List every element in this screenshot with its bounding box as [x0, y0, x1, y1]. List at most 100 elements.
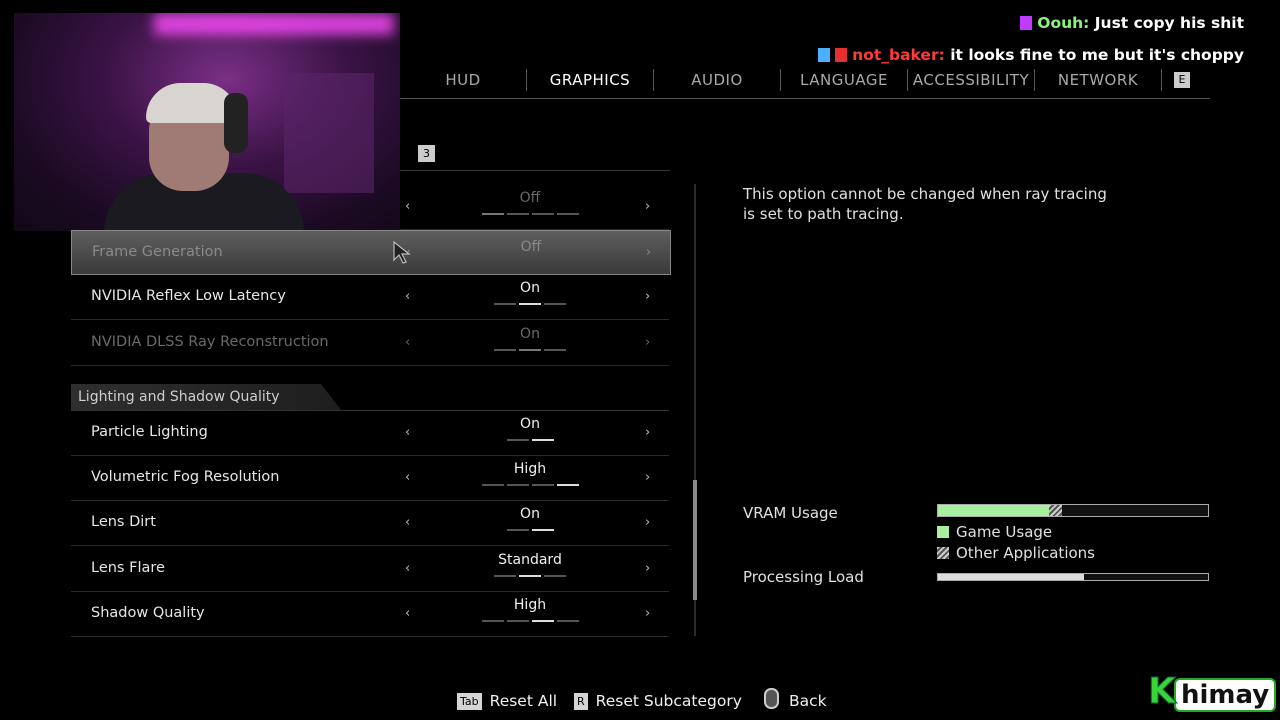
setting-value: Standard [498, 552, 562, 568]
setting-level-indicator [460, 303, 600, 305]
setting-label: Lens Dirt [91, 514, 156, 530]
chevron-left-icon[interactable]: ‹ [405, 455, 410, 500]
chat-text: Just copy his shit [1094, 14, 1244, 32]
tab-graphics[interactable]: GRAPHICS [527, 62, 653, 98]
setting-row-nvidia-reflex[interactable]: NVIDIA Reflex Low Latency ‹ On › [71, 274, 669, 320]
tab-divider [1161, 69, 1162, 91]
chat-badge-icon [1020, 16, 1033, 30]
chevron-left-icon[interactable]: ‹ [405, 274, 410, 319]
reset-subcategory-hint[interactable]: R Reset Subcategory [574, 688, 742, 714]
logo-letter: K [1148, 671, 1177, 712]
setting-row-dlss-ray-reconstruction[interactable]: NVIDIA DLSS Ray Reconstruction ‹ On › [71, 320, 669, 366]
setting-value: Off [520, 239, 542, 255]
setting-level-indicator [460, 620, 600, 622]
chevron-right-icon[interactable]: › [645, 184, 650, 229]
setting-value: On [520, 416, 540, 432]
chevron-left-icon[interactable]: ‹ [405, 591, 410, 636]
legend-other-applications: Other Applications [937, 544, 1095, 562]
setting-label: Shadow Quality [91, 605, 205, 621]
processing-load-fill [938, 574, 1084, 580]
setting-row-volumetric-fog[interactable]: Volumetric Fog Resolution ‹ High › [71, 455, 669, 501]
setting-value: On [520, 506, 540, 522]
chevron-left-icon[interactable]: ‹ [405, 410, 410, 455]
section-header-lighting-shadow: Lighting and Shadow Quality [71, 384, 669, 411]
setting-level-indicator [460, 575, 600, 577]
vram-other-usage-fill [1048, 505, 1063, 516]
setting-row-lens-flare[interactable]: Lens Flare ‹ Standard › [71, 546, 669, 592]
chat-message: Oouh: Just copy his shit [1020, 14, 1244, 32]
legend-label: Other Applications [956, 544, 1095, 562]
legend-label: Game Usage [956, 523, 1053, 541]
setting-row-frame-generation[interactable]: Frame Generation ‹ Off › [71, 230, 671, 275]
settings-scrollbar-thumb[interactable] [693, 480, 697, 600]
chevron-right-icon[interactable]: › [645, 320, 650, 365]
subcategory-key-icon[interactable]: 3 [418, 145, 435, 162]
chevron-right-icon[interactable]: › [646, 231, 651, 274]
chat-username: Oouh: [1037, 14, 1090, 32]
chevron-right-icon[interactable]: › [645, 546, 650, 591]
tab-accessibility[interactable]: ACCESSIBILITY [908, 62, 1034, 98]
chevron-right-icon[interactable]: › [645, 410, 650, 455]
chevron-left-icon[interactable]: ‹ [405, 546, 410, 591]
chevron-right-icon[interactable]: › [645, 274, 650, 319]
chevron-left-icon[interactable]: ‹ [405, 500, 410, 545]
webcam-headphones [224, 93, 248, 153]
setting-row-shadow-quality[interactable]: Shadow Quality ‹ High › [71, 591, 669, 637]
chat-badge-icon [818, 48, 831, 62]
setting-value: On [520, 326, 540, 342]
webcam-background [284, 73, 374, 193]
setting-value: High [513, 461, 547, 477]
next-tab-key-icon[interactable]: E [1174, 72, 1190, 88]
setting-level-indicator [460, 439, 600, 441]
setting-value: High [513, 597, 547, 613]
setting-row-particle-lighting[interactable]: Particle Lighting ‹ On › [71, 410, 669, 456]
chat-badge-icon [835, 48, 848, 62]
setting-level-indicator [460, 349, 600, 351]
setting-value: On [520, 280, 540, 296]
tab-hud[interactable]: HUD [400, 62, 526, 98]
setting-level-indicator [460, 529, 600, 531]
setting-label: NVIDIA DLSS Ray Reconstruction [91, 334, 329, 350]
vram-usage-bar [937, 504, 1209, 517]
setting-label: NVIDIA Reflex Low Latency [91, 288, 286, 304]
tab-language[interactable]: LANGUAGE [781, 62, 907, 98]
mouse-cursor-icon [393, 241, 411, 264]
footer-hints: Tab Reset All R Reset Subcategory Back [0, 688, 1280, 714]
setting-label: Particle Lighting [91, 424, 208, 440]
tab-audio[interactable]: AUDIO [654, 62, 780, 98]
reset-all-hint[interactable]: Tab Reset All [457, 688, 557, 714]
chevron-right-icon[interactable]: › [645, 500, 650, 545]
processing-load-label: Processing Load [743, 568, 864, 586]
setting-level-indicator [460, 213, 600, 215]
reset-all-label: Reset All [489, 692, 558, 710]
setting-label: Frame Generation [92, 244, 223, 260]
chevron-right-icon[interactable]: › [645, 591, 650, 636]
chevron-right-icon[interactable]: › [645, 455, 650, 500]
vram-game-usage-fill [938, 505, 1049, 516]
other-apps-swatch-icon [937, 547, 949, 559]
setting-row-partial[interactable]: ‹ Off › [400, 184, 669, 230]
r-key-icon: R [574, 693, 588, 710]
processing-load-bar [937, 573, 1209, 581]
tab-key-icon: Tab [457, 693, 482, 710]
section-title: Lighting and Shadow Quality [78, 389, 280, 405]
vram-usage-label: VRAM Usage [743, 504, 838, 522]
webcam-overlay [14, 13, 400, 231]
streamer-logo: himay K [1148, 671, 1277, 712]
setting-label: Volumetric Fog Resolution [91, 469, 280, 485]
setting-label: Lens Flare [91, 560, 165, 576]
back-label: Back [789, 692, 827, 710]
chevron-left-icon[interactable]: ‹ [405, 320, 410, 365]
legend-game-usage: Game Usage [937, 523, 1052, 541]
setting-description: This option cannot be changed when ray t… [743, 185, 1107, 223]
setting-level-indicator [460, 484, 600, 486]
reset-subcategory-label: Reset Subcategory [595, 692, 742, 710]
chevron-left-icon[interactable]: ‹ [405, 184, 410, 229]
setting-value: Off [519, 190, 541, 206]
tab-network[interactable]: NETWORK [1035, 62, 1161, 98]
mouse-right-click-icon [764, 688, 779, 709]
logo-text: himay [1174, 678, 1277, 712]
settings-tab-bar: HUD GRAPHICS AUDIO LANGUAGE ACCESSIBILIT… [400, 62, 1210, 99]
setting-row-lens-dirt[interactable]: Lens Dirt ‹ On › [71, 500, 669, 546]
back-hint[interactable]: Back [764, 688, 827, 714]
